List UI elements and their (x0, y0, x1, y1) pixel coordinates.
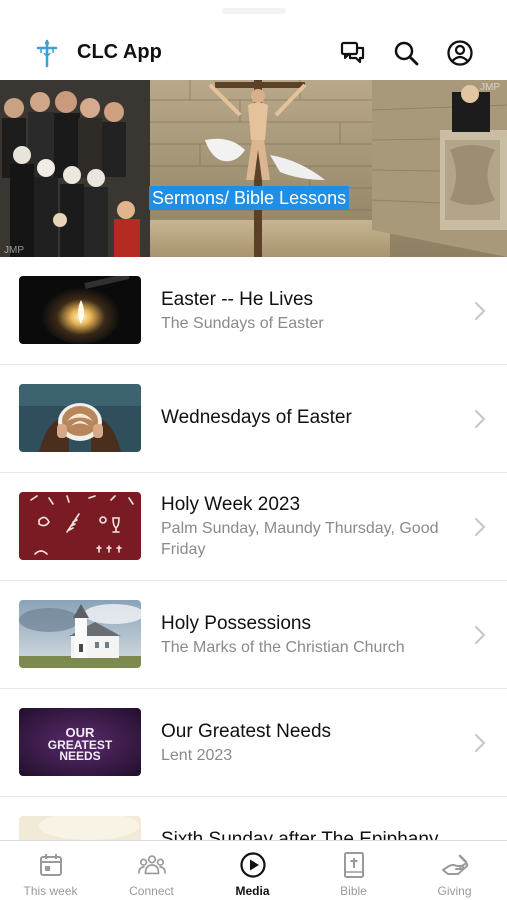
list-item[interactable]: OUR GREATEST NEEDS Our Greatest Needs Le… (0, 689, 507, 797)
sermons-banner[interactable]: Sermons/ Bible Lessons JMP JMP (0, 80, 507, 257)
list-item[interactable]: Easter -- He Lives The Sundays of Easter (0, 257, 507, 365)
series-title: Sixth Sunday after The Epiphany (161, 829, 439, 840)
list-item[interactable]: Holy Possessions The Marks of the Christ… (0, 581, 507, 689)
chevron-right-icon (473, 408, 487, 430)
search-icon[interactable] (391, 38, 421, 68)
tab-label: Bible (340, 884, 367, 898)
list-item[interactable]: Holy Week 2023 Palm Sunday, Maundy Thurs… (0, 473, 507, 581)
tab-label: Giving (437, 884, 472, 898)
chevron-right-icon (473, 516, 487, 538)
tab-this-week[interactable]: This week (0, 841, 101, 900)
series-subtitle: Palm Sunday, Maundy Thursday, Good Frida… (161, 520, 439, 558)
latte-thumbnail (19, 384, 141, 452)
series-subtitle: The Marks of the Christian Church (161, 639, 405, 656)
bottom-tab-bar: This week Connect Media Bible Giving (0, 840, 507, 900)
watermark: JMP (480, 82, 500, 93)
tab-giving[interactable]: Giving (404, 841, 505, 900)
sermon-series-list: Easter -- He Lives The Sundays of Easter… (0, 257, 507, 840)
series-subtitle: The Sundays of Easter (161, 315, 324, 332)
series-title: Holy Possessions (161, 613, 311, 634)
tab-label: Media (235, 884, 270, 898)
tab-bible[interactable]: Bible (303, 841, 404, 900)
thumb-text: NEEDS (59, 749, 100, 763)
series-subtitle: Lent 2023 (161, 747, 233, 764)
tab-media[interactable]: Media (202, 841, 303, 900)
our-greatest-needs-thumbnail: OUR GREATEST NEEDS (19, 708, 141, 776)
pale-light-thumbnail (19, 816, 141, 840)
people-icon (137, 850, 167, 880)
chevron-right-icon (473, 624, 487, 646)
status-bar (0, 0, 507, 24)
app-header: CLC App (0, 28, 507, 78)
candle-thumbnail (19, 276, 141, 344)
calendar-icon (36, 850, 66, 880)
tab-label: This week (23, 884, 78, 898)
series-title: Our Greatest Needs (161, 721, 332, 742)
status-pill (222, 8, 286, 14)
chat-icon[interactable] (338, 38, 368, 68)
list-item[interactable]: Sixth Sunday after The Epiphany (0, 797, 507, 840)
tab-connect[interactable]: Connect (101, 841, 202, 900)
holy-week-thumbnail (19, 492, 141, 560)
tab-label: Connect (129, 884, 174, 898)
app-title: CLC App (77, 41, 162, 63)
list-item[interactable]: Wednesdays of Easter (0, 365, 507, 473)
series-title: Wednesdays of Easter (161, 407, 352, 428)
account-icon[interactable] (445, 38, 475, 68)
series-title: Easter -- He Lives (161, 289, 314, 310)
bible-icon (339, 850, 369, 880)
cross-logo-icon (32, 38, 62, 68)
banner-label: Sermons/ Bible Lessons (149, 186, 350, 210)
giving-hand-icon (440, 850, 470, 880)
series-title: Holy Week 2023 (161, 494, 301, 515)
watermark: JMP (4, 245, 24, 256)
chevron-right-icon (473, 300, 487, 322)
play-icon (238, 850, 268, 880)
chevron-right-icon (473, 732, 487, 754)
church-thumbnail (19, 600, 141, 668)
banner-painting (0, 80, 507, 257)
